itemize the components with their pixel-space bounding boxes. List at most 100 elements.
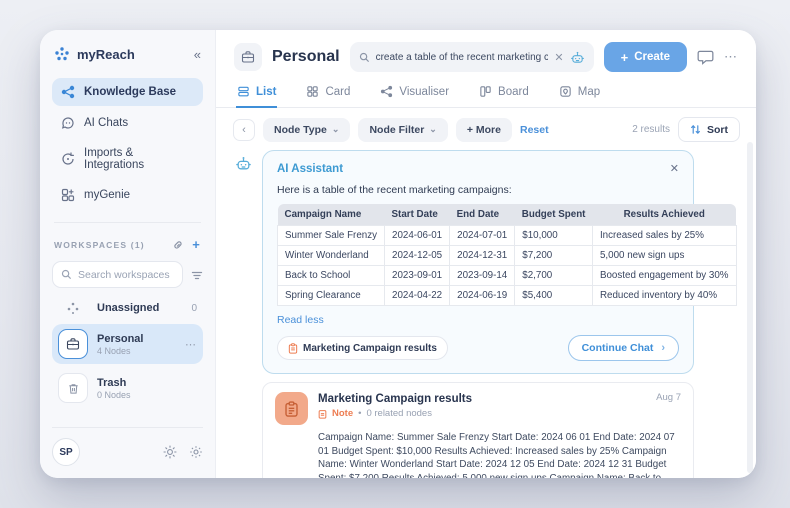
workspace-search-input[interactable]: Search workspaces	[52, 261, 183, 288]
import-sync-icon	[61, 152, 75, 166]
sidebar-item-imports-integrations[interactable]: Imports & Integrations	[52, 140, 203, 178]
node-type-filter[interactable]: Node Type⌄	[263, 118, 350, 142]
continue-chat-button[interactable]: Continue Chat ›	[568, 335, 679, 361]
sidebar: myReach « Knowledge Base AI Chats Import…	[40, 30, 216, 478]
results-count: 2 results	[632, 124, 670, 135]
chevron-right-icon: ›	[661, 342, 665, 354]
read-less-link[interactable]: Read less	[277, 314, 324, 326]
sidebar-item-knowledge-base[interactable]: Knowledge Base	[52, 78, 203, 106]
workspace-row-unassigned[interactable]: Unassigned 0	[52, 296, 203, 320]
view-tabs: List Card Visualiser Board Map	[216, 81, 756, 108]
card-description: Campaign Name: Summer Sale Frenzy Start …	[318, 431, 681, 478]
tab-map[interactable]: Map	[558, 81, 601, 108]
briefcase-icon	[58, 329, 88, 359]
table-header-row: Campaign Name Start Date End Date Budget…	[278, 204, 737, 226]
chevron-down-icon: ⌄	[332, 124, 340, 135]
search-query-text: create a table of the recent marketing c…	[376, 52, 549, 63]
trash-icon	[58, 373, 88, 403]
cell-end-date: 2024-07-01	[450, 226, 515, 246]
chip-label: Marketing Campaign results	[303, 343, 437, 354]
page-header: Personal create a table of the recent ma…	[216, 30, 756, 81]
tab-visualiser[interactable]: Visualiser	[379, 81, 450, 108]
cell-end-date: 2023-09-14	[450, 266, 515, 286]
node-card-marketing-campaign-results[interactable]: Marketing Campaign results Note • 0 rela…	[262, 382, 694, 478]
scrollbar[interactable]	[747, 142, 753, 473]
table-row: Spring Clearance 2024-04-22 2024-06-19 $…	[278, 286, 737, 306]
table-row: Summer Sale Frenzy 2024-06-01 2024-07-01…	[278, 226, 737, 246]
knowledge-base-icon	[61, 85, 75, 99]
node-type-label: Note	[332, 408, 353, 419]
cell-results: 5,000 new sign ups	[592, 246, 736, 266]
cell-results: Reduced inventory by 40%	[592, 286, 736, 306]
cell-budget: $5,400	[515, 286, 593, 306]
main-search-input[interactable]: create a table of the recent marketing c…	[350, 42, 594, 72]
main-area: Personal create a table of the recent ma…	[216, 30, 756, 478]
note-icon	[275, 392, 308, 425]
related-nodes-label: 0 related nodes	[366, 408, 432, 419]
theme-sun-icon[interactable]	[163, 445, 177, 459]
workspace-more-button[interactable]: ⋯	[185, 338, 197, 351]
link-icon[interactable]	[172, 239, 184, 251]
column-header: Start Date	[385, 204, 450, 226]
mygenie-icon	[61, 188, 75, 202]
node-filter[interactable]: Node Filter⌄	[358, 118, 447, 142]
chat-bubble-icon[interactable]	[697, 49, 714, 65]
sidebar-item-label: Imports & Integrations	[84, 147, 194, 171]
reset-filters-link[interactable]: Reset	[520, 124, 549, 136]
tab-board[interactable]: Board	[478, 81, 530, 108]
ai-robot-icon[interactable]	[570, 51, 585, 64]
card-date: Aug 7	[656, 392, 681, 403]
node-list-content: AI Assistant ✕ Here is a table of the re…	[216, 147, 756, 478]
settings-gear-icon[interactable]	[189, 445, 203, 459]
page-title: Personal	[272, 48, 340, 66]
cell-campaign-name: Summer Sale Frenzy	[278, 226, 385, 246]
campaigns-table: Campaign Name Start Date End Date Budget…	[277, 204, 737, 306]
cell-end-date: 2024-06-19	[450, 286, 515, 306]
workspace-row-trash[interactable]: Trash 0 Nodes	[52, 368, 203, 408]
column-header: End Date	[450, 204, 515, 226]
tab-card[interactable]: Card	[305, 81, 351, 108]
cell-results: Boosted engagement by 30%	[592, 266, 736, 286]
workspace-search-placeholder: Search workspaces	[78, 269, 170, 281]
plus-icon: +	[621, 50, 629, 65]
tab-label: Map	[578, 86, 600, 98]
cell-start-date: 2024-12-05	[385, 246, 450, 266]
clear-search-icon[interactable]: ✕	[554, 51, 563, 64]
myreach-app-window: myReach « Knowledge Base AI Chats Import…	[40, 30, 756, 478]
workspace-name: Trash	[97, 377, 131, 389]
close-icon[interactable]: ✕	[670, 162, 679, 175]
cell-results: Increased sales by 25%	[592, 226, 736, 246]
card-view-icon	[306, 85, 319, 98]
cell-end-date: 2024-12-31	[450, 246, 515, 266]
search-icon	[61, 269, 72, 280]
filter-bar: ‹ Node Type⌄ Node Filter⌄ + More Reset 2…	[216, 108, 756, 147]
cell-campaign-name: Winter Wonderland	[278, 246, 385, 266]
sidebar-item-mygenie[interactable]: myGenie	[52, 181, 203, 209]
sidebar-item-label: Knowledge Base	[84, 86, 176, 98]
sidebar-item-label: AI Chats	[84, 117, 128, 129]
workspace-filter-icon[interactable]	[191, 269, 203, 281]
cell-campaign-name: Back to School	[278, 266, 385, 286]
sort-button[interactable]: Sort	[678, 117, 740, 142]
tab-label: List	[256, 86, 276, 98]
workspace-row-personal[interactable]: Personal 4 Nodes ⋯	[52, 324, 203, 364]
create-button[interactable]: +Create	[604, 42, 687, 72]
filters-scroll-left-button[interactable]: ‹	[233, 119, 255, 141]
cell-start-date: 2023-09-01	[385, 266, 450, 286]
board-kanban-icon	[479, 85, 492, 98]
cell-campaign-name: Spring Clearance	[278, 286, 385, 306]
table-row: Back to School 2023-09-01 2023-09-14 $2,…	[278, 266, 737, 286]
result-node-chip[interactable]: Marketing Campaign results	[277, 336, 448, 360]
unassigned-nodes-icon	[58, 301, 88, 315]
cell-start-date: 2024-04-22	[385, 286, 450, 306]
sidebar-item-ai-chats[interactable]: AI Chats	[52, 109, 203, 137]
cell-start-date: 2024-06-01	[385, 226, 450, 246]
sort-icon	[690, 124, 701, 135]
more-filters-button[interactable]: + More	[456, 118, 512, 142]
add-workspace-button[interactable]: +	[192, 237, 201, 252]
user-avatar[interactable]: SP	[52, 438, 80, 466]
header-more-button[interactable]: ⋯	[724, 49, 742, 65]
myreach-logo-icon	[54, 46, 70, 62]
tab-list[interactable]: List	[236, 81, 277, 108]
sidebar-collapse-button[interactable]: «	[194, 47, 201, 62]
